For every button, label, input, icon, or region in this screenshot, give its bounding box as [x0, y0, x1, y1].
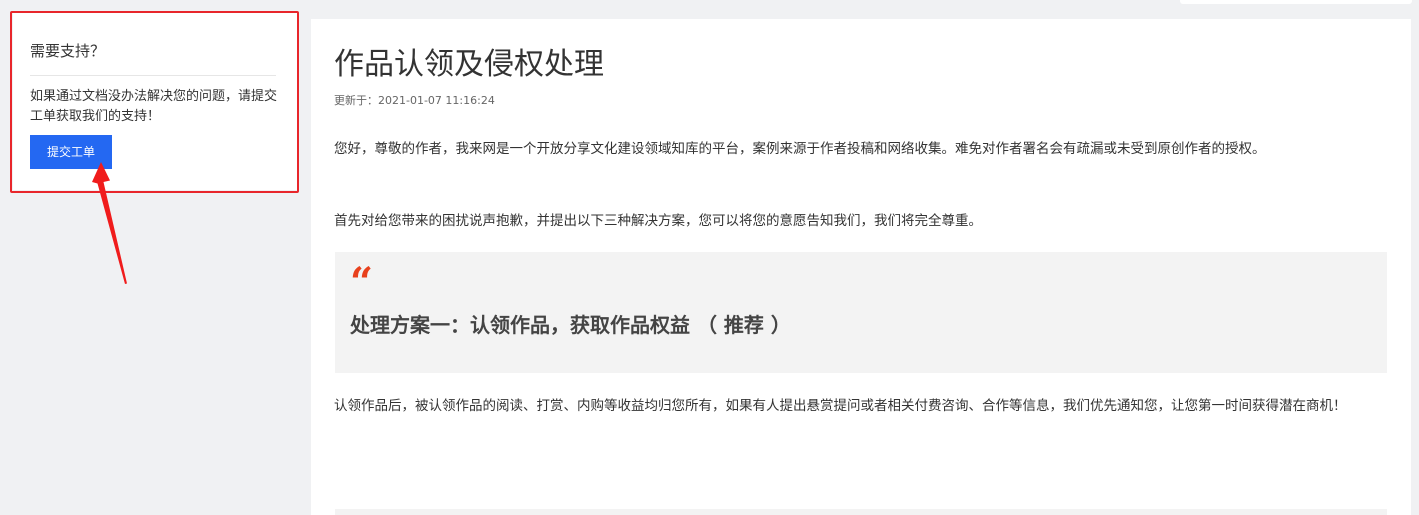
apology-paragraph: 首先对给您带来的困扰说声抱歉，并提出以下三种解决方案，您可以将您的意愿告知我们，… — [334, 213, 982, 229]
next-quote-block — [335, 509, 1387, 515]
solution-one-heading: 处理方案一：认领作品，获取作品权益 （ 推荐 ） — [350, 313, 791, 337]
support-description: 如果通过文档没办法解决您的问题，请提交工单获取我们的支持！ — [30, 89, 278, 124]
article-card: 作品认领及侵权处理 更新于：2021-01-07 11:16:24 您好，尊敬的… — [311, 19, 1411, 515]
updated-timestamp: 更新于：2021-01-07 11:16:24 — [334, 94, 495, 107]
support-title: 需要支持？ — [30, 42, 106, 60]
claim-paragraph: 认领作品后，被认领作品的阅读、打赏、内购等收益均归您所有，如果有人提出悬赏提问或… — [334, 398, 1347, 414]
quote-icon: “ — [350, 259, 374, 306]
intro-paragraph: 您好，尊敬的作者，我来网是一个开放分享文化建设领域知库的平台，案例来源于作者投稿… — [334, 141, 1266, 157]
support-card: 需要支持？ 如果通过文档没办法解决您的问题，请提交工单获取我们的支持！ 提交工单 — [13, 13, 297, 190]
page-title: 作品认领及侵权处理 — [334, 47, 604, 82]
support-divider — [30, 75, 276, 76]
top-search-area — [1180, 0, 1412, 4]
submit-ticket-button[interactable]: 提交工单 — [30, 135, 112, 169]
solution-quote-block: “ 处理方案一：认领作品，获取作品权益 （ 推荐 ） — [335, 252, 1387, 373]
